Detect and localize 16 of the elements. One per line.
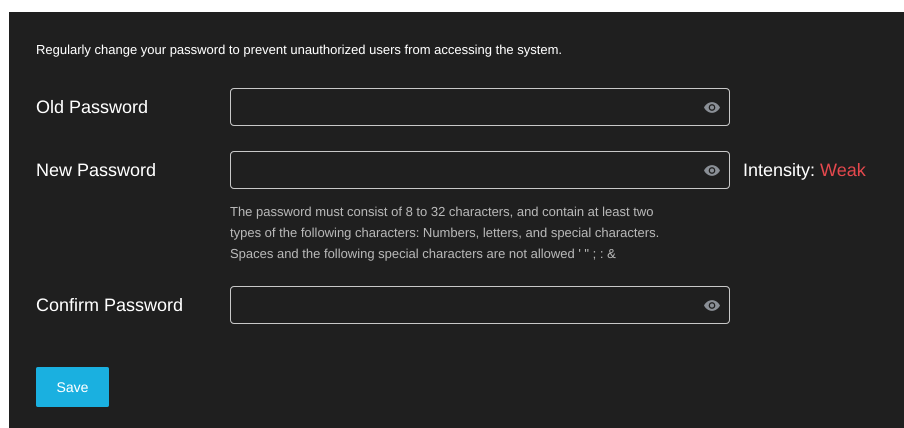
password-field[interactable] (230, 151, 730, 189)
field-label: Old Password (36, 96, 150, 119)
password-field[interactable] (230, 286, 730, 324)
field-label: New Password (36, 159, 158, 182)
eye-icon[interactable] (704, 102, 720, 112)
strength-label: Intensity: (743, 159, 816, 182)
strength-value: Weak (820, 159, 866, 182)
field-label: Confirm Password (36, 294, 184, 317)
hint-text: Spaces and the following special characters are not allowed ' " ; : & (230, 245, 617, 263)
hint-text: The password must consist of 8 to 32 characters, and contain at least two (230, 203, 654, 221)
intro-text: Regularly change your password to prevent unauthorized users from accessing the system. (36, 42, 564, 57)
eye-icon[interactable] (704, 300, 720, 310)
eye-icon[interactable] (704, 164, 720, 176)
save-button[interactable]: Save (36, 367, 109, 407)
hint-text: types of the following characters: Numbers, letters, and special characters. (230, 224, 660, 242)
password-field[interactable] (230, 88, 730, 126)
